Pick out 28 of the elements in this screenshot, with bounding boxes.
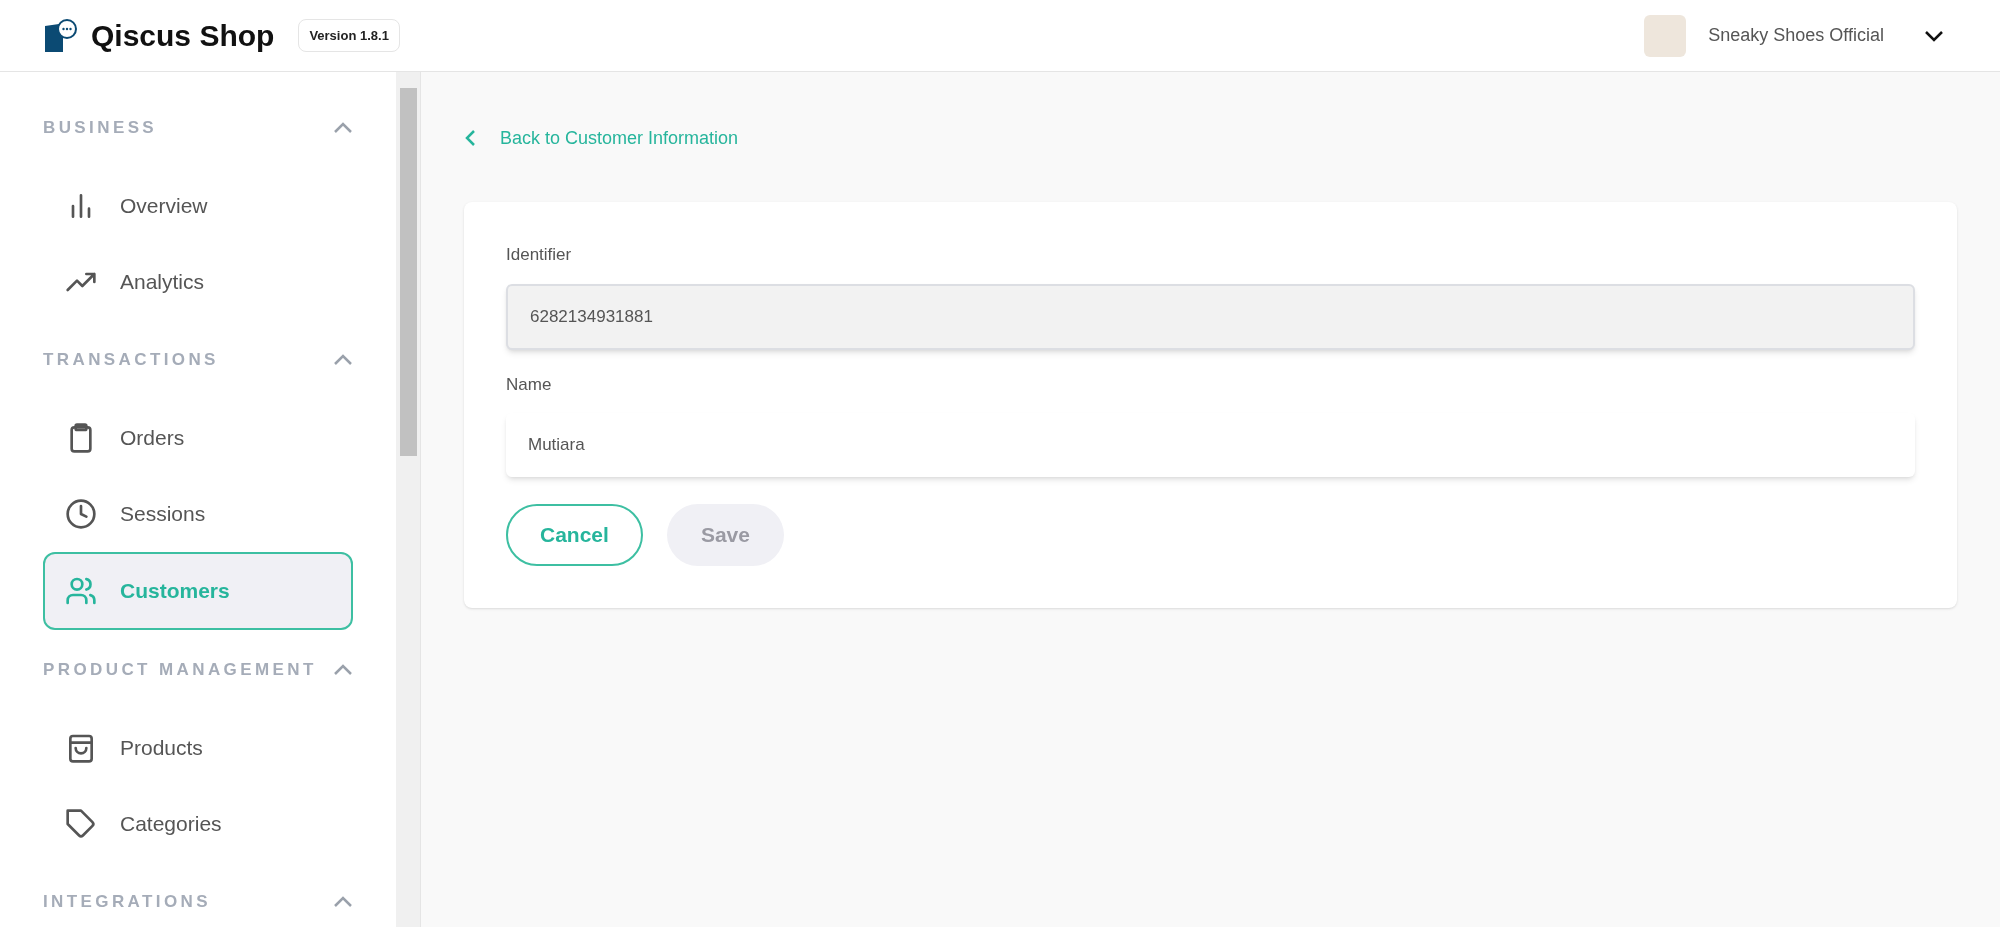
sidebar-item[interactable]: Categories — [43, 786, 354, 862]
people-icon — [65, 575, 97, 607]
logo-icon — [43, 17, 79, 54]
scrollbar[interactable] — [396, 72, 421, 927]
brand-name: Qiscus Shop — [91, 18, 275, 54]
sidebar-item[interactable]: Overview — [43, 168, 354, 244]
sidebar-item[interactable]: Analytics — [43, 244, 354, 320]
section-heading: TRANSACTIONS — [43, 349, 219, 372]
input-field[interactable]: Mutiara — [506, 413, 1915, 477]
chevron-up-icon[interactable] — [333, 896, 354, 908]
chevron-up-icon[interactable] — [333, 354, 354, 366]
sidebar-item[interactable]: Products — [43, 710, 354, 786]
section-heading: INTEGRATIONS — [43, 891, 211, 914]
sidebar-item[interactable]: Sessions — [43, 476, 354, 552]
avatar-photo-placeholder — [1644, 14, 1687, 57]
field-label: Identifier — [506, 244, 573, 266]
section-heading: BUSINESS — [43, 117, 158, 140]
field-label: Name — [506, 373, 553, 396]
user-name[interactable]: Sneaky Shoes Official — [1708, 22, 1884, 49]
sidebar-item[interactable]: Orders — [43, 400, 354, 476]
chevron-down-icon[interactable] — [1924, 29, 1944, 42]
tag-icon — [65, 808, 97, 840]
section-heading: PRODUCT MANAGEMENT — [43, 659, 317, 682]
clock-icon — [65, 498, 97, 530]
chevron-left-icon — [464, 129, 476, 147]
chevron-up-icon[interactable] — [333, 122, 354, 134]
chevron-up-icon[interactable] — [333, 664, 354, 676]
version-badge: Version 1.8.1 — [298, 18, 400, 53]
